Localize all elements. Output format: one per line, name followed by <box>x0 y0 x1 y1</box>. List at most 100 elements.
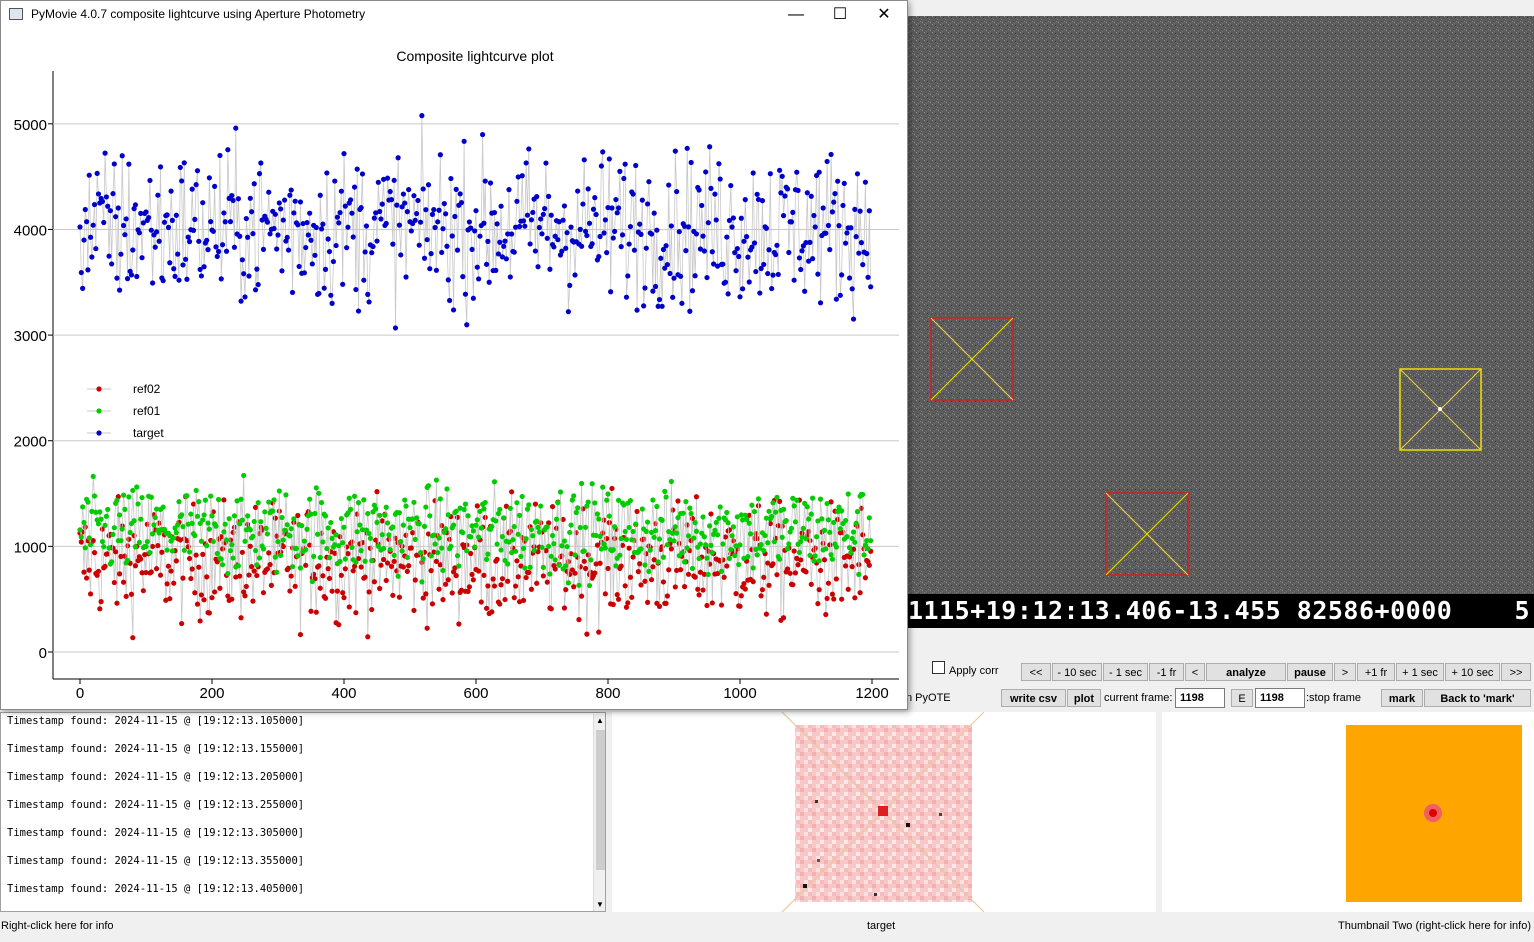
point-target <box>324 170 330 176</box>
lightcurve-chart[interactable]: Composite lightcurve plot010002000300040… <box>1 29 907 709</box>
point-target <box>619 232 626 238</box>
point-target <box>134 273 140 280</box>
status-right[interactable]: Thumbnail Two (right-click here for info… <box>1338 918 1531 934</box>
point-ref01 <box>652 527 659 534</box>
point-ref01 <box>726 555 733 562</box>
minus-1-frame-button[interactable]: -1 fr <box>1149 663 1184 681</box>
mark-button[interactable]: mark <box>1381 689 1423 707</box>
point-target <box>736 253 742 260</box>
e-button[interactable]: E <box>1231 689 1253 707</box>
point-target <box>243 215 249 222</box>
log-scrollbar-thumb[interactable] <box>596 730 605 870</box>
point-target <box>136 230 142 236</box>
point-ref01 <box>284 522 290 528</box>
point-ref01 <box>432 541 438 547</box>
point-target <box>210 228 216 234</box>
point-ref02 <box>630 554 636 560</box>
point-ref01 <box>707 523 713 529</box>
pause-button[interactable]: pause <box>1287 663 1333 681</box>
point-ref01 <box>856 571 862 577</box>
video-frame[interactable]: 1115+19:12:13.406-13.455 82586+0000 5 <box>908 16 1534 628</box>
point-ref02 <box>406 563 412 569</box>
point-ref01 <box>417 549 424 556</box>
legend-marker-ref02 <box>96 386 102 392</box>
point-ref01 <box>143 543 149 550</box>
point-target <box>150 280 156 286</box>
point-target <box>396 222 403 228</box>
to-end-button[interactable]: >> <box>1501 663 1531 681</box>
point-ref01 <box>714 532 721 538</box>
plot-window-titlebar[interactable]: PyMovie 4.0.7 composite lightcurve using… <box>1 1 907 29</box>
point-ref01 <box>307 496 313 502</box>
close-icon[interactable]: ✕ <box>861 1 907 29</box>
point-target <box>832 191 838 197</box>
point-ref02 <box>831 596 837 602</box>
point-ref02 <box>400 564 406 570</box>
point-target <box>282 197 288 203</box>
point-target <box>169 217 175 223</box>
point-ref01 <box>114 497 120 503</box>
point-ref01 <box>216 496 222 503</box>
scroll-up-icon[interactable]: ▲ <box>596 716 604 726</box>
point-ref02 <box>497 601 503 607</box>
point-ref02 <box>157 572 164 578</box>
plot-button[interactable]: plot <box>1067 689 1101 707</box>
scroll-down-icon[interactable]: ▼ <box>596 900 604 910</box>
point-ref02 <box>625 600 631 606</box>
point-ref01 <box>534 518 540 524</box>
minimize-icon[interactable]: — <box>773 1 819 29</box>
point-target <box>498 203 504 209</box>
point-ref01 <box>819 516 825 522</box>
point-ref01 <box>109 559 115 565</box>
point-ref01 <box>553 516 560 522</box>
plot-window[interactable]: PyMovie 4.0.7 composite lightcurve using… <box>0 0 908 710</box>
point-target <box>200 200 206 206</box>
point-target <box>201 264 207 270</box>
maximize-icon[interactable]: ☐ <box>817 1 863 29</box>
point-target <box>746 279 752 285</box>
log-panel[interactable]: Timestamp found: 2024-11-15 @ [19:12:13.… <box>0 712 606 912</box>
point-target <box>366 299 372 305</box>
point-ref01 <box>423 504 429 510</box>
point-ref01 <box>736 561 742 568</box>
point-ref02 <box>540 573 546 579</box>
step-forward-button[interactable]: > <box>1334 663 1356 681</box>
point-target <box>663 243 669 249</box>
current-frame-field[interactable]: 1198 <box>1175 688 1225 708</box>
analyze-button[interactable]: analyze <box>1206 663 1286 681</box>
write-csv-button[interactable]: write csv <box>1001 689 1066 707</box>
thumbnail-two[interactable] <box>1162 712 1534 912</box>
stop-frame-field[interactable]: 1198 <box>1255 688 1305 708</box>
point-ref01 <box>626 524 632 531</box>
point-ref01 <box>559 543 565 549</box>
point-ref01 <box>175 522 181 528</box>
point-ref02 <box>474 503 480 509</box>
point-ref01 <box>86 535 92 541</box>
minus-10-sec-button[interactable]: - 10 sec <box>1052 663 1102 681</box>
point-ref01 <box>119 526 125 532</box>
status-left[interactable]: Right-click here for info <box>1 918 114 934</box>
point-ref02 <box>303 562 309 568</box>
point-target <box>791 277 797 283</box>
point-target <box>143 209 149 215</box>
apply-corr-checkbox[interactable] <box>932 661 945 674</box>
thumbnail-one[interactable] <box>612 712 1156 912</box>
point-ref01 <box>622 528 628 535</box>
point-target <box>722 279 729 285</box>
point-target <box>80 285 86 291</box>
point-target <box>223 248 230 254</box>
point-ref01 <box>102 522 108 528</box>
plus-1-frame-button[interactable]: +1 fr <box>1357 663 1395 681</box>
minus-1-sec-button[interactable]: - 1 sec <box>1103 663 1148 681</box>
point-target <box>589 241 595 247</box>
point-target <box>251 181 257 187</box>
step-back-button[interactable]: < <box>1185 663 1205 681</box>
point-ref02 <box>843 563 849 569</box>
point-ref02 <box>428 568 434 574</box>
point-target <box>214 253 220 260</box>
back-to-start-button[interactable]: << <box>1021 663 1051 681</box>
plus-1-sec-button[interactable]: + 1 sec <box>1396 663 1444 681</box>
plus-10-sec-button[interactable]: + 10 sec <box>1445 663 1500 681</box>
log-scrollbar[interactable]: ▲ ▼ <box>593 714 605 911</box>
back-to-mark-button[interactable]: Back to 'mark' <box>1424 689 1531 707</box>
